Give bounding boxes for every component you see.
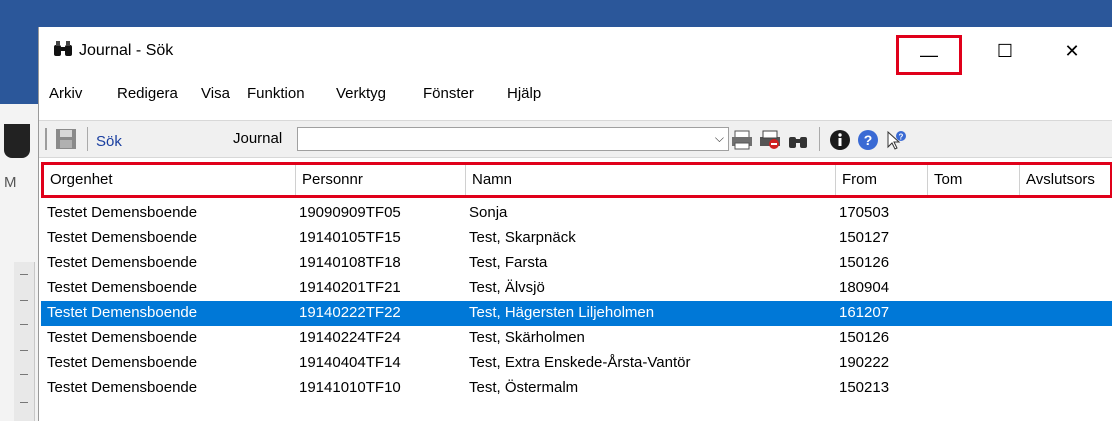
minimize-button[interactable]: — (896, 35, 962, 75)
menu-redigera[interactable]: Redigera (117, 85, 178, 102)
search-label[interactable]: Sök (96, 133, 122, 150)
table-row[interactable]: Testet Demensboende 19140105TF15 Test, Ska… (41, 226, 1112, 251)
info-icon[interactable] (829, 129, 851, 151)
cell-namn: Test, Skarpnäck (469, 229, 576, 246)
svg-text:?: ? (899, 133, 904, 142)
close-button[interactable]: ✕ (1044, 27, 1100, 75)
toolbar-separator (819, 127, 820, 151)
column-header-namn[interactable]: Namn (466, 165, 836, 195)
cell-from: 150126 (839, 254, 890, 271)
ruler-tick (20, 300, 28, 301)
close-icon: ✕ (1064, 40, 1080, 61)
menu-hjalp[interactable]: Hjälp (507, 85, 541, 102)
cell-orgenhet: Testet Demensboende (47, 254, 198, 271)
ruler-tick (20, 402, 28, 403)
cell-namn: Test, Skärholmen (469, 329, 585, 346)
table-row-selected[interactable]: Testet Demensboende 19140222TF22 Test, Häg… (41, 301, 1112, 326)
maximize-button[interactable]: ☐ (977, 27, 1033, 75)
journal-results-table: Orgenhet Personnr Namn From Tom Avslutso… (41, 162, 1112, 421)
column-header-from[interactable]: From (836, 165, 928, 195)
toolbar: Sök Journal ⌵ ? ? (39, 120, 1112, 158)
cell-orgenhet: Testet Demensboende (47, 229, 198, 246)
cell-namn: Test, Älvsjö (469, 279, 545, 296)
background-letter: M (4, 174, 17, 191)
maximize-icon: ☐ (996, 40, 1014, 61)
background-ruler (14, 262, 35, 421)
cell-orgenhet: Testet Demensboende (47, 304, 198, 321)
column-header-personnr[interactable]: Personnr (296, 165, 466, 195)
table-row[interactable]: Testet Demensboende 19140404TF14 Test, Ext… (41, 351, 1112, 376)
cell-from: 180904 (839, 279, 890, 296)
table-header: Orgenhet Personnr Namn From Tom Avslutso… (41, 162, 1112, 198)
cell-personnr: 19140108TF18 (299, 254, 401, 271)
menu-visa[interactable]: Visa (201, 85, 230, 102)
cell-namn: Test, Farsta (469, 254, 548, 271)
journal-combo-box[interactable]: ⌵ (297, 127, 729, 151)
menu-verktyg[interactable]: Verktyg (336, 85, 386, 102)
cell-personnr: 19141010TF10 (299, 379, 401, 396)
cell-orgenhet: Testet Demensboende (47, 329, 198, 346)
table-row[interactable]: Testet Demensboende 19140224TF24 Test, Skä… (41, 326, 1112, 351)
table-row[interactable]: Testet Demensboende 19140108TF18 Test, Far… (41, 251, 1112, 276)
cell-orgenhet: Testet Demensboende (47, 354, 198, 371)
ruler-tick (20, 374, 28, 375)
menu-arkiv[interactable]: Arkiv (49, 85, 82, 102)
whats-this-icon[interactable]: ? (885, 129, 907, 151)
print-icon[interactable] (731, 129, 753, 151)
cell-personnr: 19140201TF21 (299, 279, 401, 296)
toolbar-grip[interactable] (45, 128, 47, 150)
window-title: Journal - Sök (79, 42, 174, 59)
cell-from: 150213 (839, 379, 890, 396)
ruler-tick (20, 350, 28, 351)
cell-personnr: 19090909TF05 (299, 204, 401, 221)
minimize-icon: — (920, 44, 938, 65)
cell-personnr: 19140222TF22 (299, 304, 401, 321)
cell-personnr: 19140105TF15 (299, 229, 401, 246)
save-icon[interactable] (55, 128, 77, 150)
find-binoculars-icon[interactable] (787, 129, 809, 151)
shield-logo-icon (4, 124, 30, 158)
cell-personnr: 19140404TF14 (299, 354, 401, 371)
cell-from: 190222 (839, 354, 890, 371)
column-header-orgenhet[interactable]: Orgenhet (44, 165, 296, 195)
chevron-down-icon[interactable]: ⌵ (715, 131, 724, 146)
print-preview-icon[interactable] (759, 129, 781, 151)
menu-fonster[interactable]: Fönster (423, 85, 474, 102)
ruler-tick (20, 274, 28, 275)
journal-window: Journal - Sök — ☐ ✕ Arkiv Redigera Visa … (38, 27, 1112, 421)
ruler-tick (20, 324, 28, 325)
column-header-avslutsorsak[interactable]: Avslutsors (1020, 165, 1112, 195)
title-bar[interactable]: Journal - Sök — ☐ ✕ (39, 27, 1112, 75)
cell-orgenhet: Testet Demensboende (47, 279, 198, 296)
table-row[interactable]: Testet Demensboende 19141010TF10 Test, Öst… (41, 376, 1112, 401)
cell-from: 161207 (839, 304, 890, 321)
cell-namn: Sonja (469, 204, 508, 221)
journal-combo-label: Journal (233, 130, 283, 147)
cell-from: 150126 (839, 329, 890, 346)
table-row[interactable]: Testet Demensboende 19140201TF21 Test, Älv… (41, 276, 1112, 301)
cell-namn: Test, Hägersten Liljeholmen (469, 304, 655, 321)
binoculars-icon (54, 41, 72, 56)
cell-namn: Test, Östermalm (469, 379, 579, 396)
cell-orgenhet: Testet Demensboende (47, 379, 198, 396)
help-icon[interactable]: ? (857, 129, 879, 151)
toolbar-separator (87, 127, 88, 151)
column-header-tom[interactable]: Tom (928, 165, 1020, 195)
svg-text:?: ? (864, 132, 873, 148)
cell-orgenhet: Testet Demensboende (47, 204, 198, 221)
menu-funktion[interactable]: Funktion (247, 85, 305, 102)
cell-from: 150127 (839, 229, 890, 246)
cell-namn: Test, Extra Enskede-Årsta-Vantör (469, 354, 691, 371)
menu-bar: Arkiv Redigera Visa Funktion Verktyg Fön… (39, 79, 1112, 109)
cell-personnr: 19140224TF24 (299, 329, 401, 346)
table-row[interactable]: Testet Demensboende 19090909TF05 Sonja 1705… (41, 201, 1112, 226)
cell-from: 170503 (839, 204, 890, 221)
